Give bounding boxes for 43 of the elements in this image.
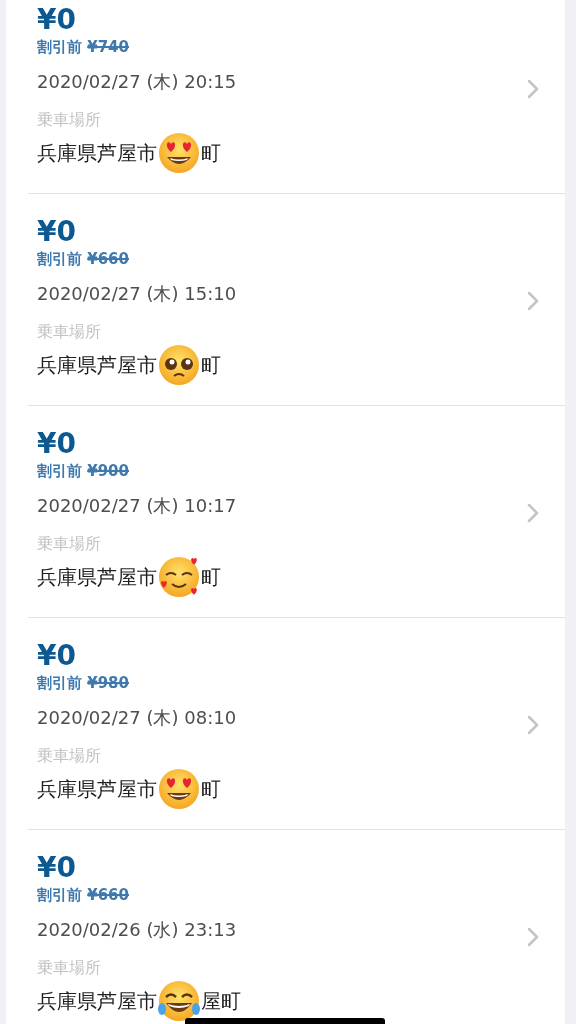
ride-row[interactable]: ¥0 割引前 ¥740 2020/02/27 (木) 20:15 乗車場所 兵庫県芦屋市 町 (28, 0, 565, 194)
chevron-right-icon (527, 927, 539, 947)
pickup-label: 乗車場所 (37, 957, 101, 979)
ride-row[interactable]: ¥0 割引前 ¥900 2020/02/27 (木) 10:17 乗車場所 兵庫県芦屋市 町 (28, 406, 565, 618)
original-fare: 割引前 ¥660 (37, 885, 129, 905)
ride-datetime: 2020/02/26 (水) 23:13 (37, 918, 237, 942)
original-fare: 割引前 ¥740 (37, 37, 129, 57)
original-fare: 割引前 ¥900 (37, 461, 129, 481)
pickup-address: 屋町 (201, 987, 241, 1015)
fare-amount: ¥0 (37, 215, 76, 249)
smiling-hearts-emoji-icon (157, 555, 201, 599)
pickup-label: 乗車場所 (37, 321, 101, 343)
pickup-address: 兵庫県芦屋市 (37, 139, 157, 167)
fare-amount: ¥0 (37, 639, 76, 673)
pickup-label: 乗車場所 (37, 533, 101, 555)
pickup-label: 乗車場所 (37, 745, 101, 767)
fare-amount: ¥0 (37, 851, 76, 885)
heart-eyes-emoji-icon (157, 767, 201, 811)
pickup-address: 兵庫県芦屋市 (37, 351, 157, 379)
pickup-address: 町 (201, 775, 221, 803)
pickup-address: 兵庫県芦屋市 (37, 563, 157, 591)
pickup-address: 町 (201, 351, 221, 379)
heart-eyes-emoji-icon (157, 131, 201, 175)
chevron-right-icon (527, 715, 539, 735)
pleading-emoji-icon (157, 343, 201, 387)
original-fare: 割引前 ¥660 (37, 249, 129, 269)
chevron-right-icon (527, 503, 539, 523)
fare-amount: ¥0 (37, 3, 76, 37)
fare-amount: ¥0 (37, 427, 76, 461)
chevron-right-icon (527, 79, 539, 99)
pickup-address: 町 (201, 139, 221, 167)
ride-datetime: 2020/02/27 (木) 10:17 (37, 494, 237, 518)
chevron-right-icon (527, 291, 539, 311)
ride-datetime: 2020/02/27 (木) 08:10 (37, 706, 237, 730)
pickup-address: 兵庫県芦屋市 (37, 987, 157, 1015)
pickup-address: 兵庫県芦屋市 (37, 775, 157, 803)
ride-datetime: 2020/02/27 (木) 20:15 (37, 70, 237, 94)
pickup-address: 町 (201, 563, 221, 591)
ride-row[interactable]: ¥0 割引前 ¥980 2020/02/27 (木) 08:10 乗車場所 兵庫県芦屋市 町 (28, 618, 565, 830)
ride-row[interactable]: ¥0 割引前 ¥660 2020/02/27 (木) 15:10 乗車場所 兵庫県芦屋市 町 (28, 194, 565, 406)
original-fare: 割引前 ¥980 (37, 673, 129, 693)
ride-datetime: 2020/02/27 (木) 15:10 (37, 282, 237, 306)
pickup-label: 乗車場所 (37, 109, 101, 131)
